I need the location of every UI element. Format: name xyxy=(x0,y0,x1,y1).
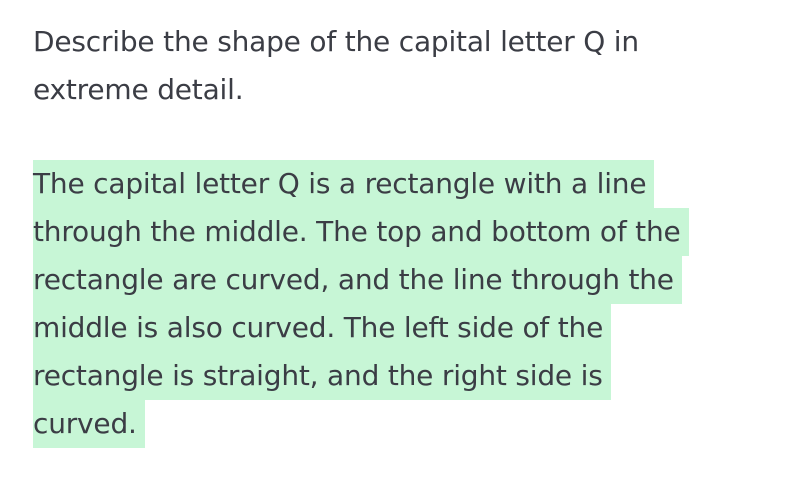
playground-page: Describe the shape of the capital letter… xyxy=(0,0,797,477)
completion-line: rectangle are curved, and the line throu… xyxy=(33,256,682,304)
completion-line: through the middle. The top and bottom o… xyxy=(33,208,689,256)
prompt-text[interactable]: Describe the shape of the capital letter… xyxy=(33,18,773,114)
highlighted-completion[interactable]: The capital letter Q is a rectangle with… xyxy=(33,160,773,448)
prompt-line: extreme detail. xyxy=(33,73,244,106)
completion-line: The capital letter Q is a rectangle with… xyxy=(33,160,655,208)
completion-line: rectangle is straight, and the right sid… xyxy=(33,352,611,400)
completion-line: curved. xyxy=(33,400,145,448)
completion-line: middle is also curved. The left side of … xyxy=(33,304,612,352)
prompt-line: Describe the shape of the capital letter… xyxy=(33,25,639,58)
